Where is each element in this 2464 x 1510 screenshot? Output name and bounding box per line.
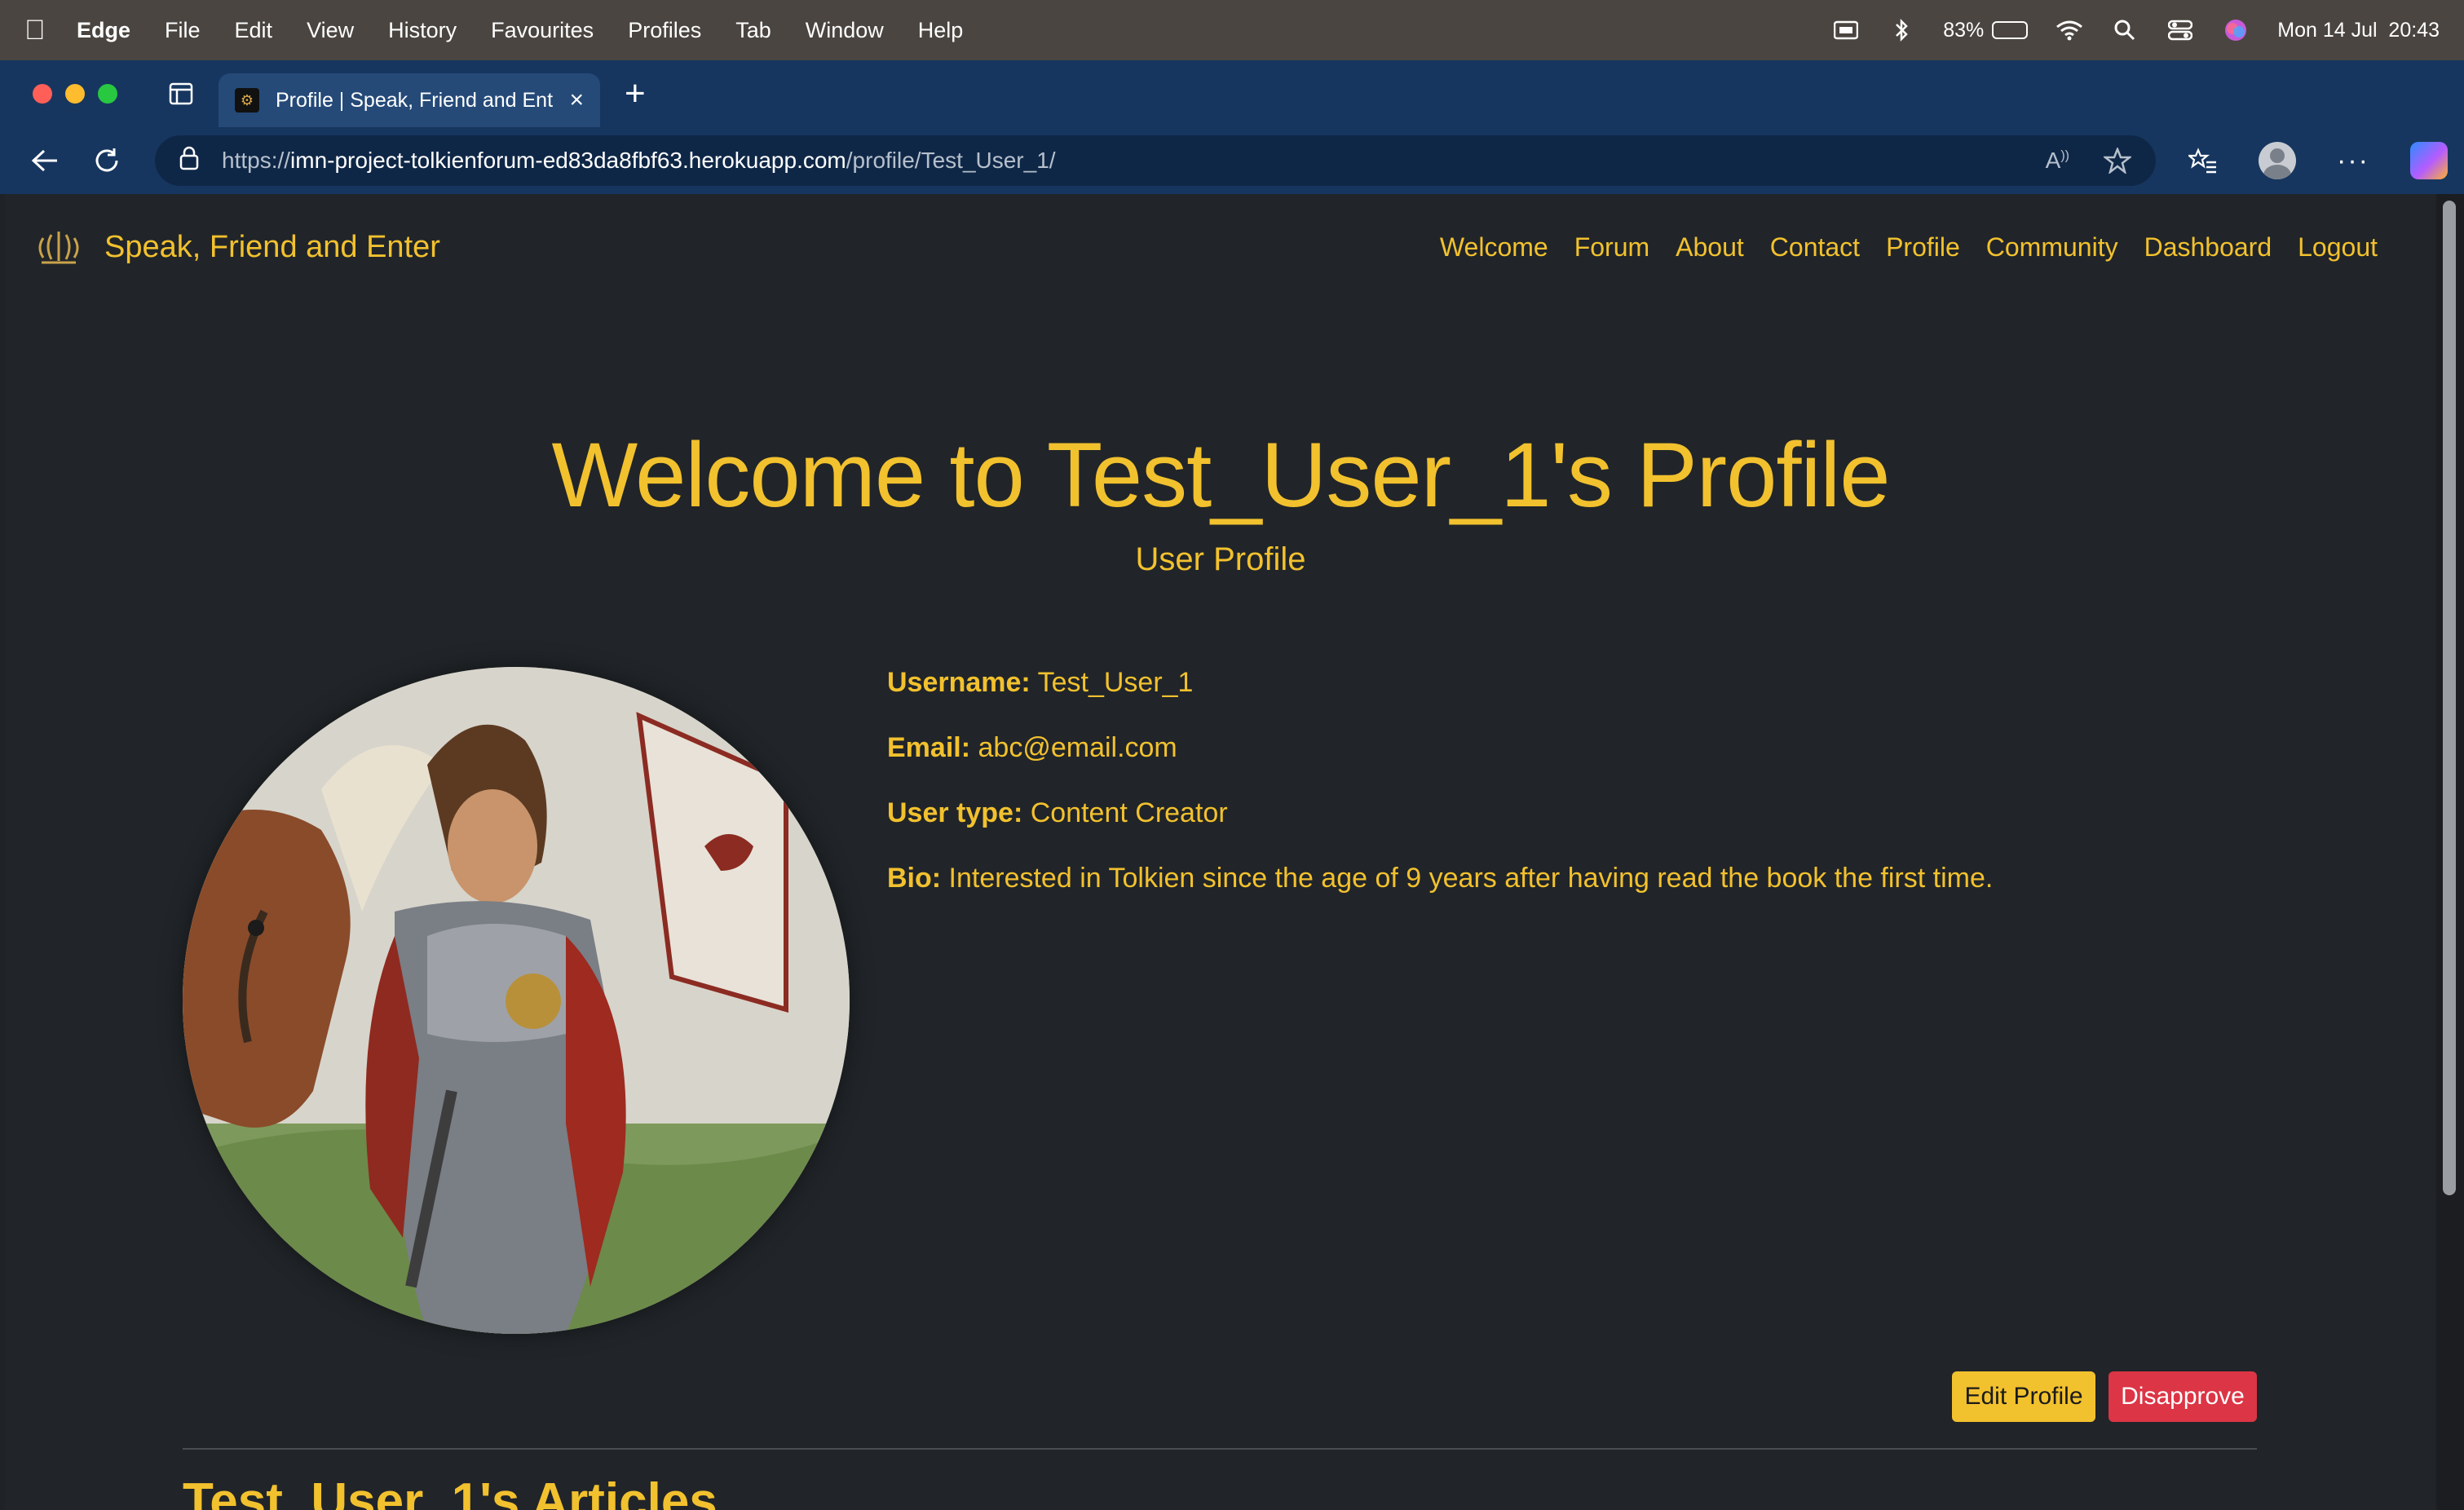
menu-view[interactable]: View [307, 18, 354, 43]
menu-favourites[interactable]: Favourites [491, 18, 594, 43]
site-favicon-icon: ⚙ [235, 88, 259, 113]
control-center-icon[interactable] [2166, 16, 2194, 44]
address-bar[interactable]: https:// imn-project-tolkienforum-ed83da… [155, 135, 2156, 186]
close-tab-icon[interactable]: × [569, 86, 584, 114]
email-value: abc@email.com [978, 732, 1177, 763]
username-row: Username: Test_User_1 [887, 667, 1993, 698]
bio-row: Bio: Interested in Tolkien since the age… [887, 863, 1993, 894]
nav-link-welcome[interactable]: Welcome [1440, 232, 1548, 263]
brand-name: Speak, Friend and Enter [104, 229, 440, 264]
nav-link-about[interactable]: About [1676, 232, 1744, 263]
read-aloud-icon[interactable]: A)) [2046, 148, 2069, 174]
page-scrollbar[interactable] [2436, 194, 2464, 1510]
page-title: Welcome to Test_User_1's Profile [551, 424, 1890, 526]
browser-tabbar: ⚙ Profile | Speak, Friend and Enter × + [0, 60, 2464, 127]
articles-heading: Test_User_1's Articles [183, 1473, 718, 1510]
url-host: imn-project-tolkienforum-ed83da8fbf63.he… [290, 148, 846, 173]
nav-link-profile[interactable]: Profile [1886, 232, 1960, 263]
apple-icon[interactable]:  [24, 15, 57, 46]
web-page: Speak, Friend and Enter Welcome Forum Ab… [5, 194, 2436, 1510]
usertype-row: User type: Content Creator [887, 797, 1993, 828]
bio-label: Bio: [887, 863, 942, 894]
toolbar-right: ··· [2188, 142, 2448, 179]
edit-profile-button[interactable]: Edit Profile [1952, 1371, 2095, 1422]
menu-window[interactable]: Window [806, 18, 884, 43]
favourite-star-icon[interactable] [2104, 148, 2131, 174]
url-path: /profile/Test_User_1/ [846, 148, 1056, 173]
nav-link-contact[interactable]: Contact [1770, 232, 1860, 263]
menu-edit[interactable]: Edit [235, 18, 273, 43]
more-options-icon[interactable]: ··· [2337, 145, 2369, 177]
screen-share-icon[interactable] [1832, 16, 1860, 44]
battery-status[interactable]: 83% [1943, 18, 2029, 42]
scrollbar-thumb[interactable] [2443, 201, 2456, 1195]
zoom-window-button[interactable] [98, 84, 117, 104]
clock[interactable]: Mon 14 Jul 20:43 [2277, 19, 2440, 42]
new-tab-icon[interactable]: + [625, 73, 646, 114]
status-area: 83% Mon 14 Jul 20:43 [1832, 16, 2440, 44]
site-brand[interactable]: Speak, Friend and Enter [34, 223, 440, 272]
minimize-window-button[interactable] [65, 84, 85, 104]
username-value: Test_User_1 [1037, 667, 1194, 698]
section-divider [183, 1448, 2257, 1450]
bio-value: Interested in Tolkien since the age of 9… [948, 863, 1994, 894]
address-bar-actions: A)) [2046, 148, 2131, 174]
battery-icon [1992, 21, 2029, 39]
nav-link-forum[interactable]: Forum [1574, 232, 1649, 263]
back-arrow-icon[interactable] [16, 132, 73, 189]
active-tab[interactable]: ⚙ Profile | Speak, Friend and Enter × [219, 73, 600, 127]
reload-icon[interactable] [78, 132, 135, 189]
tab-title: Profile | Speak, Friend and Enter [276, 88, 554, 112]
browser-toolbar: https:// imn-project-tolkienforum-ed83da… [0, 127, 2464, 194]
menu-history[interactable]: History [388, 18, 457, 43]
siri-icon[interactable] [2222, 16, 2250, 44]
menu-profiles[interactable]: Profiles [628, 18, 701, 43]
page-subtitle: User Profile [1135, 541, 1306, 577]
close-window-button[interactable] [33, 84, 52, 104]
profile-details: Username: Test_User_1 Email: abc@email.c… [887, 667, 1993, 928]
spotlight-search-icon[interactable] [2111, 16, 2139, 44]
nav-link-community[interactable]: Community [1986, 232, 2118, 263]
battery-percent: 83% [1943, 18, 1985, 42]
nav-link-dashboard[interactable]: Dashboard [2144, 232, 2272, 263]
usertype-label: User type: [887, 797, 1023, 828]
profile-picture [183, 667, 850, 1334]
usertype-value: Content Creator [1030, 797, 1228, 828]
window-controls [33, 84, 117, 104]
brand-logo-icon [34, 223, 83, 272]
url-scheme: https:// [222, 148, 291, 173]
favourites-list-icon[interactable] [2188, 148, 2218, 174]
site-nav-links: Welcome Forum About Contact Profile Comm… [1440, 232, 2378, 263]
menu-tab[interactable]: Tab [735, 18, 771, 43]
menu-app-edge[interactable]: Edge [77, 18, 130, 43]
wifi-icon[interactable] [2056, 16, 2083, 44]
bluetooth-icon[interactable] [1888, 16, 1915, 44]
lock-icon[interactable] [179, 146, 199, 176]
email-label: Email: [887, 732, 971, 763]
nav-link-logout[interactable]: Logout [2298, 232, 2378, 263]
disapprove-button[interactable]: Disapprove [2109, 1371, 2257, 1422]
username-label: Username: [887, 667, 1031, 698]
email-row: Email: abc@email.com [887, 732, 1993, 763]
copilot-icon[interactable] [2409, 142, 2448, 179]
menu-file[interactable]: File [165, 18, 201, 43]
macos-menubar:  Edge File Edit View History Favourites… [0, 0, 2464, 60]
menu-help[interactable]: Help [918, 18, 964, 43]
profile-avatar-icon[interactable] [2259, 142, 2296, 179]
tab-actions-icon[interactable] [165, 77, 197, 110]
site-navbar: Speak, Friend and Enter Welcome Forum Ab… [5, 194, 2436, 300]
